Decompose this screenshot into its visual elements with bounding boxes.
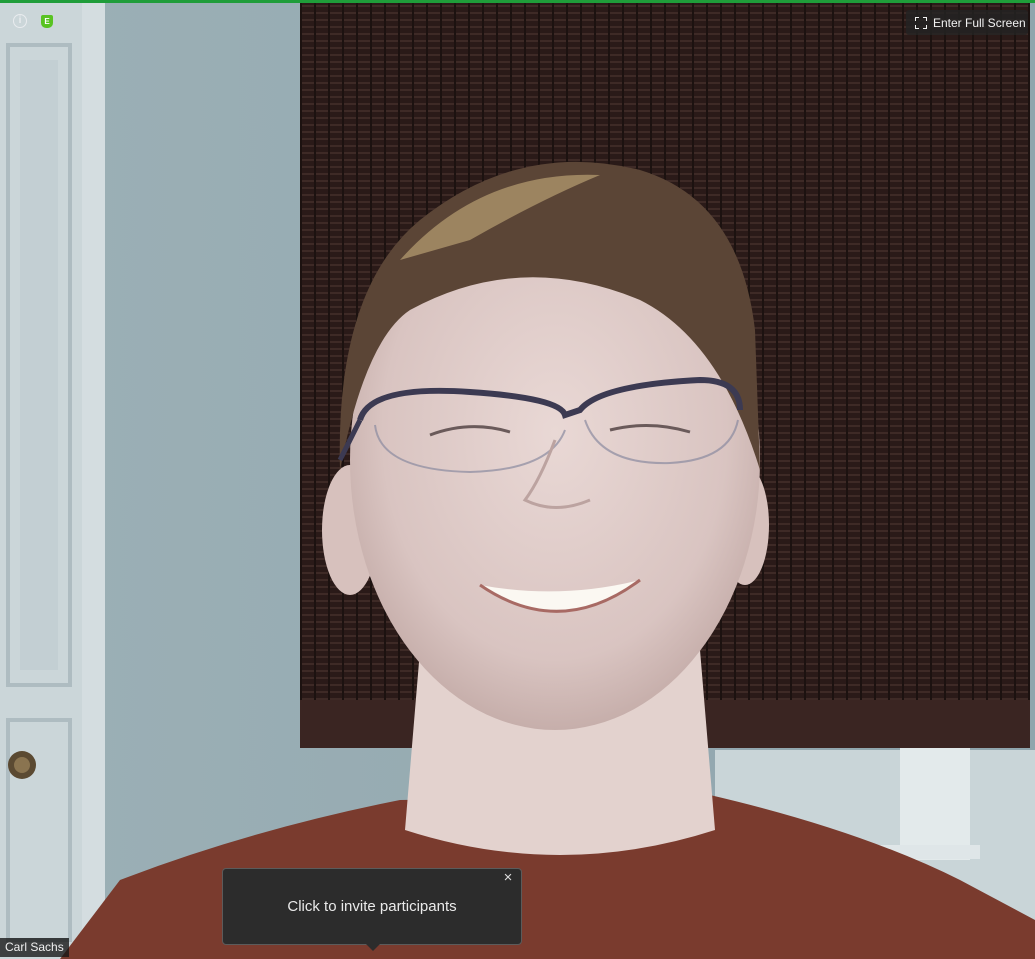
expand-icon [914,15,928,30]
close-icon[interactable]: × [501,870,515,886]
tooltip-pointer [366,944,380,951]
participant-name-label: Carl Sachs [0,938,69,957]
invite-participants-tooltip[interactable]: Click to invite participants × [222,868,522,951]
active-speaker-border [0,0,1035,3]
participant-video-frame [0,0,1035,959]
video-feed [0,0,1035,959]
enter-full-screen-button[interactable]: Enter Full Screen [906,10,1028,35]
info-icon[interactable]: i [13,14,27,28]
fullscreen-label: Enter Full Screen [933,15,1026,30]
invite-tooltip-text: Click to invite participants [287,898,457,915]
encryption-shield-icon[interactable]: E [41,15,53,28]
